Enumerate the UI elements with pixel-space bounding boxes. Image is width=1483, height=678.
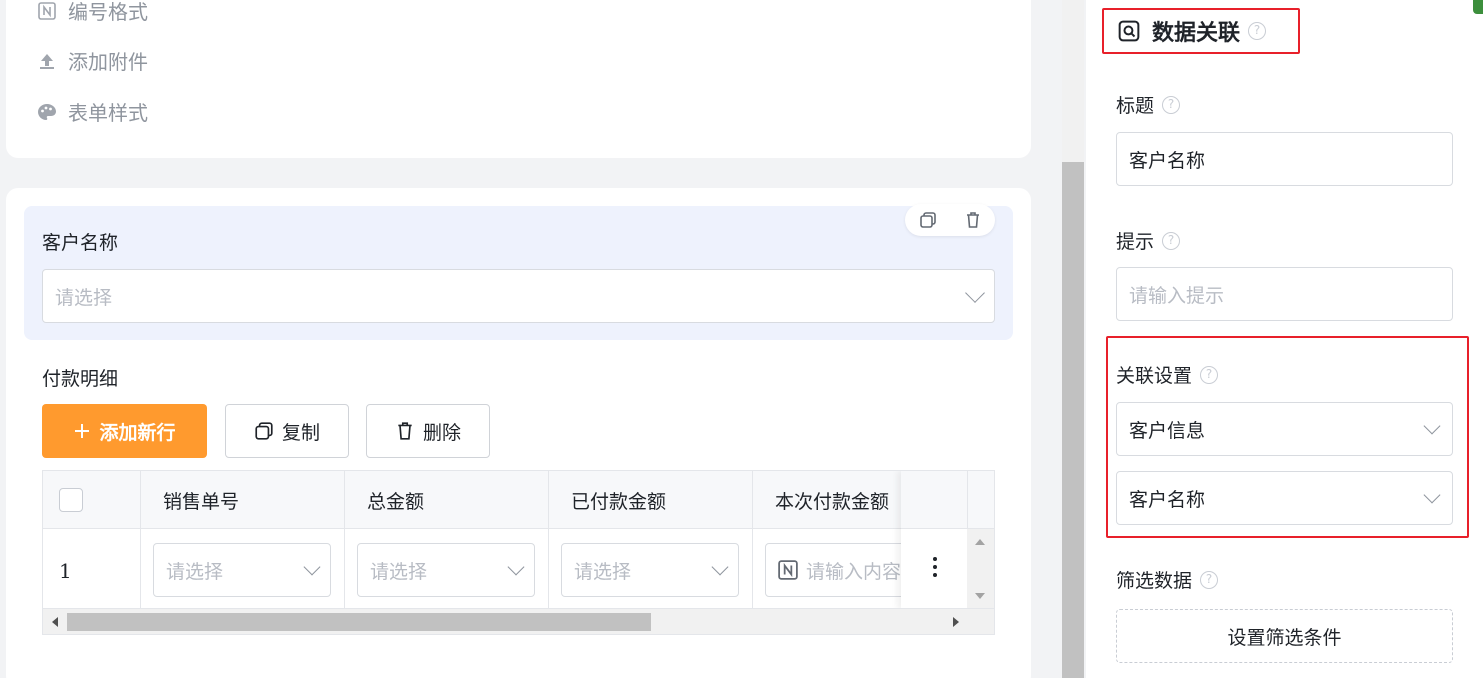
hint-label: 提示 ? bbox=[1116, 227, 1181, 254]
properties-panel: 数据关联 ? 标题 ? 客户名称 提示 ? 请输入提示 关联设置 ? 客户信息 … bbox=[1086, 0, 1483, 678]
link-field-value: 客户名称 bbox=[1129, 488, 1206, 511]
plus-icon bbox=[75, 424, 90, 438]
total-amount-select[interactable]: 请选择 bbox=[357, 543, 535, 597]
chevron-down-icon bbox=[1423, 486, 1441, 504]
menu-item-label: 添加附件 bbox=[68, 50, 148, 74]
customer-select-placeholder: 请选择 bbox=[55, 286, 113, 309]
trash-icon[interactable] bbox=[964, 211, 982, 229]
row-number: 1 bbox=[59, 559, 72, 583]
menu-item-label: 表单样式 bbox=[68, 101, 148, 125]
delete-label: 删除 bbox=[422, 421, 461, 444]
number-format-icon bbox=[778, 560, 798, 580]
data-link-icon bbox=[1118, 20, 1140, 42]
chevron-down-icon bbox=[711, 558, 729, 576]
number-format-icon bbox=[36, 0, 58, 22]
help-icon[interactable]: ? bbox=[1162, 231, 1181, 250]
column-header: 已付款金额 bbox=[549, 471, 753, 529]
menu-item-number-format[interactable]: 编号格式 bbox=[36, 0, 148, 25]
column-header: 总金额 bbox=[345, 471, 549, 529]
link-settings-label: 关联设置 ? bbox=[1116, 361, 1219, 388]
copy-button[interactable]: 复制 bbox=[225, 404, 349, 458]
add-row-button[interactable]: 添加新行 bbox=[42, 404, 207, 458]
set-filter-button[interactable]: 设置筛选条件 bbox=[1116, 609, 1453, 663]
title-input[interactable]: 客户名称 bbox=[1116, 132, 1453, 186]
canvas-scrollbar[interactable] bbox=[1062, 0, 1084, 678]
hint-input[interactable]: 请输入提示 bbox=[1116, 267, 1453, 321]
help-icon[interactable]: ? bbox=[1162, 95, 1181, 114]
help-icon[interactable]: ? bbox=[1200, 365, 1219, 384]
chevron-down-icon bbox=[1423, 417, 1441, 435]
select-all-checkbox[interactable] bbox=[59, 488, 83, 512]
title-input-value: 客户名称 bbox=[1129, 149, 1206, 172]
column-header: 销售单号 bbox=[141, 471, 345, 529]
title-label: 标题 ? bbox=[1116, 91, 1181, 118]
upload-icon bbox=[36, 50, 58, 72]
customer-select[interactable]: 请选择 bbox=[42, 269, 995, 323]
panel-title: 数据关联 ? bbox=[1102, 8, 1300, 54]
menu-item-label: 编号格式 bbox=[68, 0, 148, 24]
trash-icon bbox=[398, 422, 412, 440]
menu-item-add-attachment[interactable]: 添加附件 bbox=[36, 46, 148, 75]
filter-label: 筛选数据 ? bbox=[1116, 566, 1219, 593]
cell-placeholder: 请选择 bbox=[370, 560, 428, 583]
chevron-down-icon bbox=[303, 558, 321, 576]
cell-placeholder: 请输入内容 bbox=[806, 560, 902, 583]
sales-order-select[interactable]: 请选择 bbox=[153, 543, 331, 597]
palette-icon bbox=[36, 101, 58, 123]
help-icon[interactable]: ? bbox=[1200, 570, 1219, 589]
set-filter-label: 设置筛选条件 bbox=[1227, 626, 1342, 649]
copy-icon[interactable] bbox=[919, 211, 937, 229]
detail-title: 付款明细 bbox=[42, 368, 119, 390]
chevron-down-icon bbox=[507, 558, 525, 576]
customer-field-block[interactable]: 客户名称 请选择 bbox=[24, 204, 1013, 340]
scrollbar-thumb[interactable] bbox=[67, 613, 651, 631]
more-icon[interactable] bbox=[933, 557, 937, 577]
cell-placeholder: 请选择 bbox=[166, 560, 224, 583]
field-toolbar bbox=[905, 204, 995, 236]
help-icon[interactable]: ? bbox=[1248, 22, 1267, 40]
menu-item-form-style[interactable]: 表单样式 bbox=[36, 97, 148, 126]
corner-badge bbox=[1473, 0, 1483, 14]
table-horizontal-scrollbar[interactable] bbox=[43, 608, 994, 634]
delete-button[interactable]: 删除 bbox=[366, 404, 490, 458]
panel-title-text: 数据关联 bbox=[1152, 21, 1241, 46]
link-source-value: 客户信息 bbox=[1129, 419, 1206, 442]
link-field-select[interactable]: 客户名称 bbox=[1116, 471, 1453, 525]
copy-icon bbox=[255, 422, 273, 440]
detail-table: 销售单号 总金额 已付款金额 本次付款金额 1 请选择 请选择 请选择 请输入内… bbox=[42, 470, 995, 635]
select-all-cell bbox=[43, 471, 141, 529]
table-cell bbox=[43, 529, 141, 609]
copy-label: 复制 bbox=[281, 421, 320, 444]
add-row-label: 添加新行 bbox=[99, 421, 176, 444]
form-canvas: 客户名称 请选择 付款明细 添加新行 复制 删除 销售单号 总金额 已付款金额 … bbox=[6, 188, 1031, 678]
paid-amount-select[interactable]: 请选择 bbox=[561, 543, 739, 597]
scrollbar-thumb[interactable] bbox=[1062, 162, 1084, 678]
table-vertical-scrollbar[interactable] bbox=[967, 529, 994, 609]
field-label: 客户名称 bbox=[42, 232, 119, 254]
link-source-select[interactable]: 客户信息 bbox=[1116, 402, 1453, 456]
row-actions-column bbox=[901, 471, 968, 609]
cell-placeholder: 请选择 bbox=[574, 560, 632, 583]
chevron-down-icon bbox=[965, 283, 985, 303]
settings-menu-card: 编号格式 添加附件 表单样式 bbox=[6, 0, 1031, 158]
hint-input-placeholder: 请输入提示 bbox=[1129, 284, 1225, 307]
